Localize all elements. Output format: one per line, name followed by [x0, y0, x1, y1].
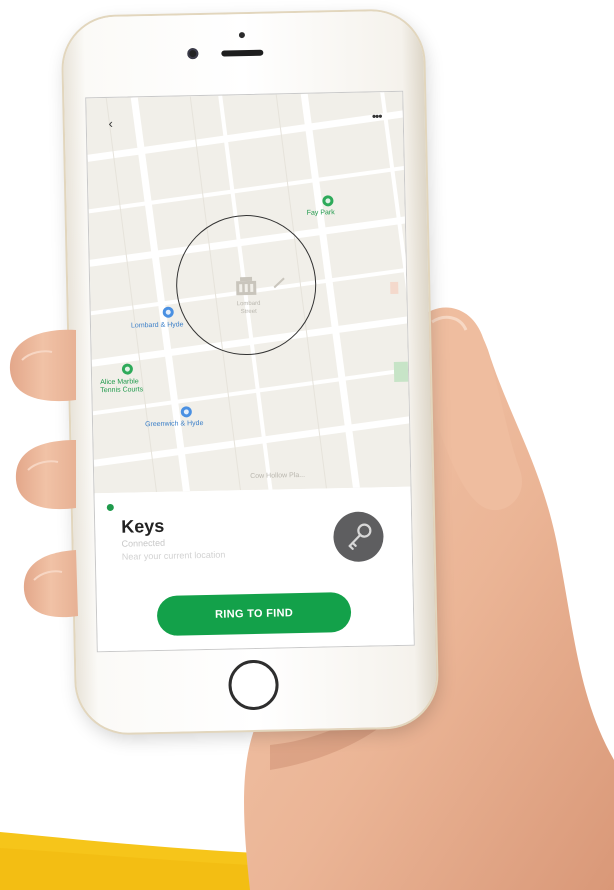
product-scene: ‹ ••• Fay Park Lombard & Hyde Alice Marb…: [0, 0, 614, 890]
hand-fingers: [9, 329, 78, 618]
